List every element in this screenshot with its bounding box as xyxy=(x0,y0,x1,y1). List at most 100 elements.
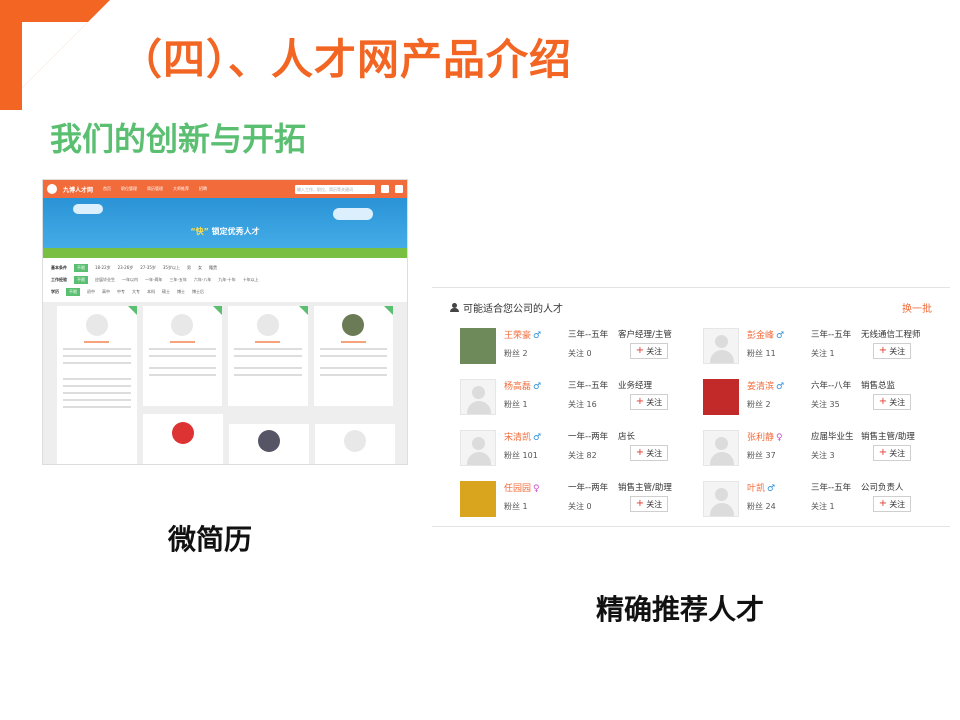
follow-button[interactable]: + 关注 xyxy=(873,496,911,512)
filter-option[interactable]: 35岁以上 xyxy=(163,265,180,271)
candidate-card[interactable]: 叶凯 ♂ 粉丝 24 三年--五年 公司负责人 关注 1 + 关注 xyxy=(703,481,943,517)
filter-option[interactable]: 博士 xyxy=(177,289,185,295)
follow-button[interactable]: + 关注 xyxy=(630,394,668,410)
candidate-name-text[interactable]: 杨高磊 xyxy=(504,382,531,392)
follow-button[interactable]: + 关注 xyxy=(873,394,911,410)
nav-item[interactable]: 大师推荐 xyxy=(173,186,189,192)
filter-option[interactable]: 应届毕业生 xyxy=(95,277,115,283)
avatar[interactable] xyxy=(460,481,496,517)
candidate-name[interactable]: 王荣豪 ♂ xyxy=(504,328,541,341)
candidate-name[interactable]: 宋清凯 ♂ xyxy=(504,430,541,443)
nav-item[interactable]: 招聘 xyxy=(199,186,207,192)
candidate-card[interactable]: 彭金峰 ♂ 粉丝 11 三年--五年 无线通信工程师 关注 1 + 关注 xyxy=(703,328,943,364)
resume-card[interactable] xyxy=(228,306,308,406)
candidate-name-text[interactable]: 王荣豪 xyxy=(504,331,531,341)
filter-option[interactable]: 中专 xyxy=(117,289,125,295)
candidate-card[interactable]: 宋清凯 ♂ 粉丝 101 一年--两年 店长 关注 82 + 关注 xyxy=(460,430,700,466)
user-icon xyxy=(450,303,459,312)
caption-micro-resume: 微简历 xyxy=(168,523,253,556)
filter-option[interactable]: 一年-两年 xyxy=(145,277,162,283)
filter-option[interactable]: 男 xyxy=(187,265,191,271)
follow-button[interactable]: + 关注 xyxy=(873,343,911,359)
candidate-follow-count: 关注 0 xyxy=(568,502,592,511)
page-title: （四）、人才网产品介绍 xyxy=(120,35,573,84)
candidate-position: 无线通信工程师 xyxy=(861,330,921,340)
candidate-name-text[interactable]: 张利静 xyxy=(747,433,774,443)
candidate-name[interactable]: 姜清滨 ♂ xyxy=(747,379,784,392)
filter-option[interactable]: 本科 xyxy=(147,289,155,295)
resume-card[interactable] xyxy=(143,414,223,464)
follow-button[interactable]: + 关注 xyxy=(630,343,668,359)
follow-button[interactable]: + 关注 xyxy=(630,496,668,512)
plus-icon: + xyxy=(635,396,645,407)
nav-item[interactable]: 简历管理 xyxy=(147,186,163,192)
resume-card[interactable] xyxy=(229,424,309,464)
candidate-card[interactable]: 杨高磊 ♂ 粉丝 1 三年--五年 业务经理 关注 16 + 关注 xyxy=(460,379,700,415)
candidate-card[interactable]: 姜清滨 ♂ 粉丝 2 六年--八年 销售总监 关注 35 + 关注 xyxy=(703,379,943,415)
filter-option[interactable]: 六年-八年 xyxy=(194,277,211,283)
follow-button[interactable]: + 关注 xyxy=(873,445,911,461)
avatar[interactable] xyxy=(703,379,739,415)
avatar[interactable] xyxy=(460,379,496,415)
resume-card[interactable] xyxy=(313,306,393,406)
filter-option[interactable]: 初中 xyxy=(87,289,95,295)
avatar[interactable] xyxy=(460,328,496,364)
follow-button[interactable]: + 关注 xyxy=(630,445,668,461)
filter-option[interactable]: 大专 xyxy=(132,289,140,295)
text-line xyxy=(63,399,131,401)
candidate-name[interactable]: 任园园 ♀ xyxy=(504,481,540,494)
filter-option[interactable]: 女 xyxy=(198,265,202,271)
candidate-name[interactable]: 张利静 ♀ xyxy=(747,430,783,443)
candidate-name-text[interactable]: 宋清凯 xyxy=(504,433,531,443)
filter-option[interactable]: 18-22岁 xyxy=(95,265,111,271)
filter-option[interactable]: 十年以上 xyxy=(243,277,259,283)
candidate-card[interactable]: 张利静 ♀ 粉丝 37 应届毕业生 销售主管/助理 关注 3 + 关注 xyxy=(703,430,943,466)
candidate-card[interactable]: 王荣豪 ♂ 粉丝 2 三年--五年 客户经理/主管 关注 0 + 关注 xyxy=(460,328,700,364)
candidate-name-text[interactable]: 任园园 xyxy=(504,484,531,494)
text-line xyxy=(319,374,387,376)
text-line xyxy=(63,348,131,350)
avatar[interactable] xyxy=(703,430,739,466)
avatar[interactable] xyxy=(703,481,739,517)
nav-item[interactable]: 首页 xyxy=(103,186,111,192)
user-avatar-icon[interactable] xyxy=(395,185,403,193)
avatar[interactable] xyxy=(460,430,496,466)
filter-row: 工作经验 不限 应届毕业生 一年以内 一年-两年 三年-五年 六年-八年 九年-… xyxy=(51,274,399,286)
candidate-name-text[interactable]: 叶凯 xyxy=(747,484,765,494)
filter-option[interactable]: 博士后 xyxy=(192,289,204,295)
male-icon: ♂ xyxy=(776,331,785,341)
follow-button-label: 关注 xyxy=(646,499,663,509)
filter-option[interactable]: 23-26岁 xyxy=(118,265,134,271)
plus-icon: + xyxy=(878,345,888,356)
candidate-card[interactable]: 任园园 ♀ 粉丝 1 一年--两年 销售主管/助理 关注 0 + 关注 xyxy=(460,481,700,517)
follow-button-label: 关注 xyxy=(646,346,663,356)
refresh-link[interactable]: 换一批 xyxy=(902,300,932,315)
filter-option[interactable]: 高中 xyxy=(102,289,110,295)
nav-item[interactable]: 职位管理 xyxy=(121,186,137,192)
candidate-name-text[interactable]: 彭金峰 xyxy=(747,331,774,341)
avatar[interactable] xyxy=(703,328,739,364)
filter-option[interactable]: 硕士 xyxy=(162,289,170,295)
name-line xyxy=(84,341,110,343)
filter-option[interactable]: 九年-十年 xyxy=(218,277,235,283)
site-search-input[interactable]: 输入工作、职位、简历等关键词 xyxy=(295,184,375,194)
resume-card[interactable] xyxy=(315,424,395,464)
text-line xyxy=(234,367,302,369)
message-icon[interactable] xyxy=(381,185,389,193)
filter-option[interactable]: 不限 xyxy=(66,288,80,296)
candidate-position: 业务经理 xyxy=(618,381,653,391)
candidate-name[interactable]: 叶凯 ♂ xyxy=(747,481,775,494)
filter-label: 学历 xyxy=(51,289,59,294)
filter-option[interactable]: 籍贯 xyxy=(209,265,217,271)
candidate-name[interactable]: 杨高磊 ♂ xyxy=(504,379,541,392)
filter-option[interactable]: 三年-五年 xyxy=(169,277,186,283)
resume-card[interactable] xyxy=(142,306,222,406)
site-header: 九博人才网 首页 职位管理 简历管理 大师推荐 招聘 输入工作、职位、简历等关键… xyxy=(43,180,407,198)
filter-option[interactable]: 不限 xyxy=(74,264,88,272)
resume-card[interactable] xyxy=(57,306,137,464)
filter-option[interactable]: 不限 xyxy=(74,276,88,284)
filter-option[interactable]: 27-35岁 xyxy=(140,265,156,271)
candidate-name[interactable]: 彭金峰 ♂ xyxy=(747,328,784,341)
candidate-name-text[interactable]: 姜清滨 xyxy=(747,382,774,392)
filter-option[interactable]: 一年以内 xyxy=(122,277,138,283)
